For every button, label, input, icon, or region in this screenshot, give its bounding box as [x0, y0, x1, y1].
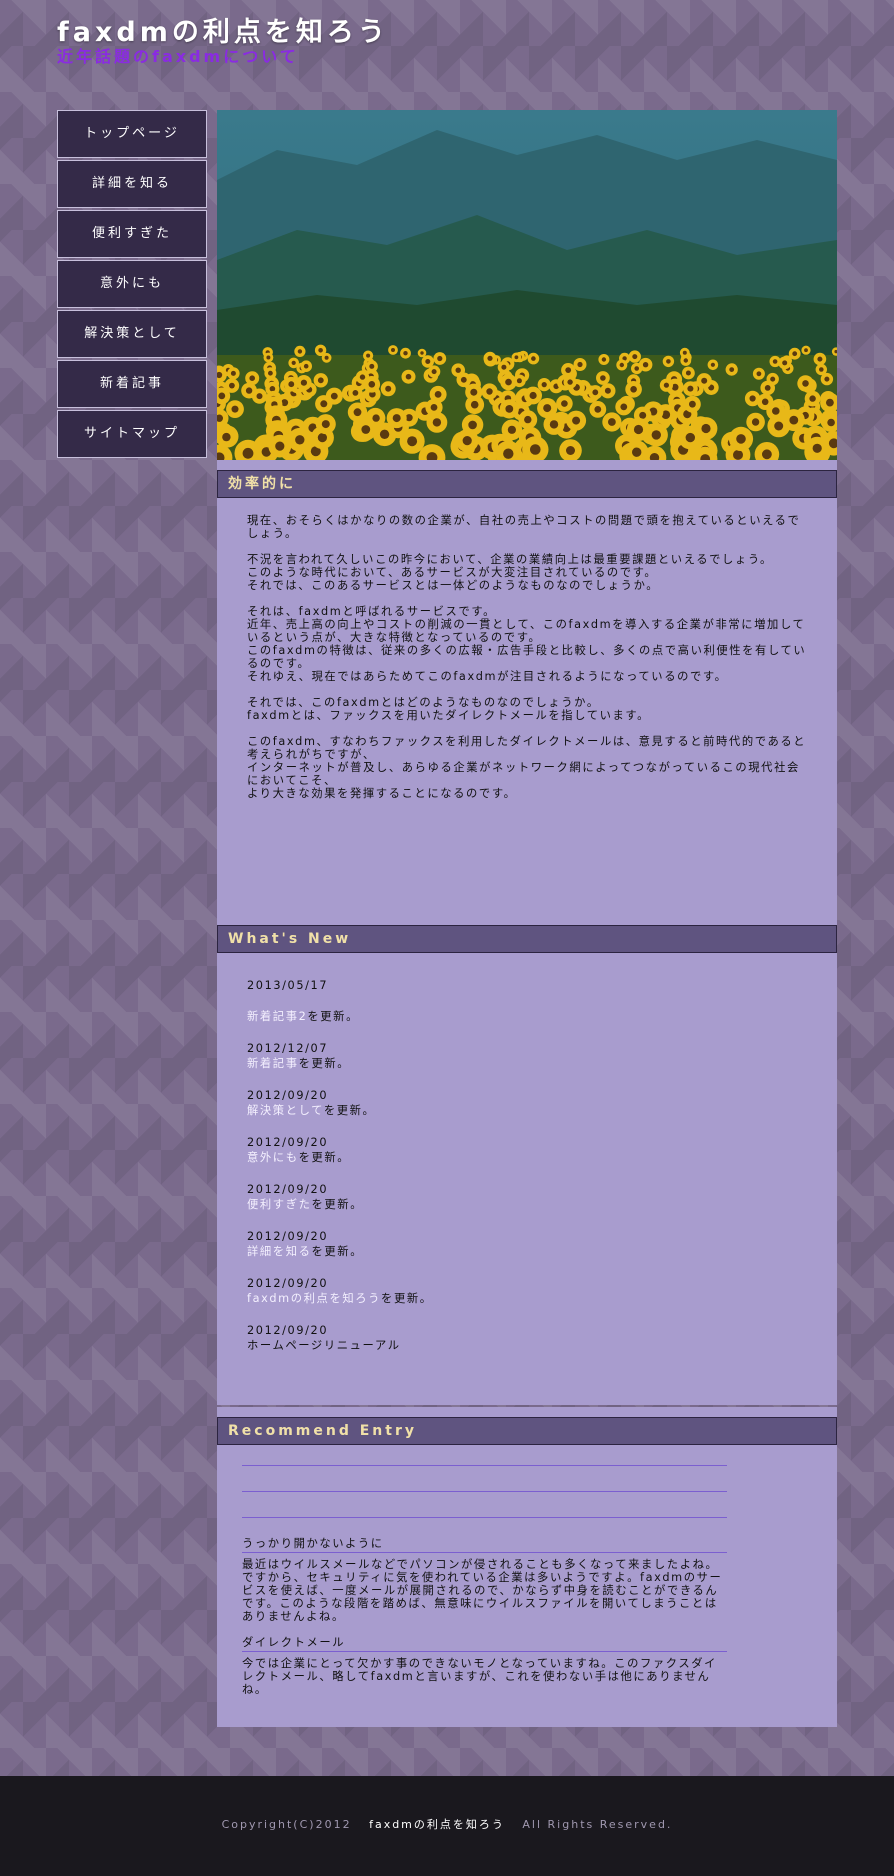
news-date: 2012/09/20	[247, 1136, 329, 1149]
copyright: Copyright(C)2012 faxdmの利点を知ろう All Rights…	[0, 1816, 894, 1832]
site-header: faxdmの利点を知ろう 近年話題のfaxdmについて	[57, 16, 389, 67]
news-item: 2012/09/20 解決策としてを更新。	[247, 1088, 807, 1118]
footer-site-link[interactable]: faxdmの利点を知ろう	[369, 1818, 505, 1831]
recommend-heading: Recommend Entry	[217, 1417, 837, 1445]
intro-paragraph: それでは、このfaxdmとはどのようなものなのでしょうか。 faxdmとは、ファ…	[247, 696, 651, 722]
news-date: 2012/09/20	[247, 1183, 329, 1196]
nav-item-sitemap[interactable]: サイトマップ	[57, 410, 207, 458]
site-title[interactable]: faxdmの利点を知ろう	[57, 16, 389, 50]
news-date: 2012/09/20	[247, 1230, 329, 1243]
intro-section: 効率的に 現在、おそらくはかなりの数の企業が、自社の売上やコストの問題で頭を抱え…	[217, 460, 837, 925]
news-date: 2013/05/17	[247, 979, 329, 992]
news-suffix: を更新。	[381, 1292, 433, 1305]
divider	[242, 1465, 727, 1466]
copyright-suffix: All Rights Reserved.	[522, 1818, 673, 1831]
recommend-body: 最近はウイルスメールなどでパソコンが侵されることも多くなって来ましたよね。ですか…	[242, 1558, 723, 1623]
news-item: 2012/09/20 便利すぎたを更新。	[247, 1182, 807, 1212]
recommend-body: 今では企業にとって欠かす事のできないモノとなっていますね。このファクスダイレクト…	[242, 1657, 718, 1696]
news-link[interactable]: 意外にも	[247, 1151, 299, 1164]
news-date: 2012/09/20	[247, 1324, 329, 1337]
news-link[interactable]: 解決策として	[247, 1104, 324, 1117]
news-date: 2012/09/20	[247, 1277, 329, 1290]
copyright-prefix: Copyright(C)2012	[221, 1818, 352, 1831]
news-date: 2012/12/07	[247, 1042, 329, 1055]
site-footer: Copyright(C)2012 faxdmの利点を知ろう All Rights…	[0, 1776, 894, 1876]
nav-item-unexpected[interactable]: 意外にも	[57, 260, 207, 308]
news-suffix: を更新。	[311, 1198, 364, 1211]
news-link[interactable]: 新着記事2	[247, 1010, 307, 1023]
news-item: 2012/09/20 意外にもを更新。	[247, 1135, 807, 1165]
news-link[interactable]: 便利すぎた	[247, 1198, 312, 1211]
nav-item-details[interactable]: 詳細を知る	[57, 160, 207, 208]
nav-item-solution[interactable]: 解決策として	[57, 310, 207, 358]
news-suffix: を更新。	[298, 1057, 351, 1070]
sidebar-nav: トップページ 詳細を知る 便利すぎた 意外にも 解決策として 新着記事 サイトマ…	[57, 110, 207, 460]
news-item: 2013/05/17 新着記事2を更新。	[247, 978, 807, 1024]
site-subtitle: 近年話題のfaxdmについて	[57, 47, 299, 66]
whats-new-heading: What's New	[217, 925, 837, 953]
recommend-title[interactable]: ダイレクトメール	[242, 1635, 727, 1652]
divider	[242, 1491, 727, 1492]
intro-paragraph: 現在、おそらくはかなりの数の企業が、自社の売上やコストの問題で頭を抱えているとい…	[247, 514, 801, 540]
nav-item-new-articles[interactable]: 新着記事	[57, 360, 207, 408]
news-suffix: を更新。	[307, 1010, 359, 1023]
nav-item-convenient[interactable]: 便利すぎた	[57, 210, 207, 258]
news-list: 2013/05/17 新着記事2を更新。 2012/12/07 新着記事を更新。…	[217, 953, 837, 1353]
intro-paragraph: それは、faxdmと呼ばれるサービスです。 近年、売上高の向上やコストの削減の一…	[247, 605, 807, 683]
news-item: 2012/09/20 faxdmの利点を知ろうを更新。	[247, 1276, 807, 1306]
intro-heading: 効率的に	[217, 470, 837, 498]
news-link[interactable]: 新着記事	[247, 1057, 299, 1070]
hero-image	[217, 110, 837, 460]
news-suffix: を更新。	[298, 1151, 351, 1164]
nav-item-top[interactable]: トップページ	[57, 110, 207, 158]
intro-paragraph: このfaxdm、すなわちファックスを利用したダイレクトメールは、意見すると前時代…	[247, 735, 807, 800]
whats-new-section: What's New 2013/05/17 新着記事2を更新。 2012/12/…	[217, 915, 837, 1405]
intro-body: 現在、おそらくはかなりの数の企業が、自社の売上やコストの問題で頭を抱えているとい…	[217, 498, 837, 800]
news-item: 2012/12/07 新着記事を更新。	[247, 1041, 807, 1071]
sunflower-field-illustration	[217, 110, 837, 460]
news-link[interactable]: 詳細を知る	[247, 1245, 312, 1258]
news-item: 2012/09/20 詳細を知るを更新。	[247, 1229, 807, 1259]
news-suffix: を更新。	[311, 1245, 364, 1258]
divider	[242, 1517, 727, 1518]
recommend-list: うっかり開かないように 最近はウイルスメールなどでパソコンが侵されることも多くな…	[217, 1465, 837, 1696]
news-link[interactable]: faxdmの利点を知ろう	[247, 1292, 381, 1305]
news-suffix: ホームページリニューアル	[247, 1339, 401, 1352]
recommend-title[interactable]: うっかり開かないように	[242, 1536, 727, 1553]
recommend-section: Recommend Entry うっかり開かないように 最近はウイルスメールなど…	[217, 1407, 837, 1727]
news-date: 2012/09/20	[247, 1089, 329, 1102]
news-item: 2012/09/20 ホームページリニューアル	[247, 1323, 807, 1353]
intro-paragraph: 不況を言われて久しいこの昨今において、企業の業績向上は最重要課題といえるでしょう…	[247, 553, 773, 592]
news-suffix: を更新。	[323, 1104, 376, 1117]
